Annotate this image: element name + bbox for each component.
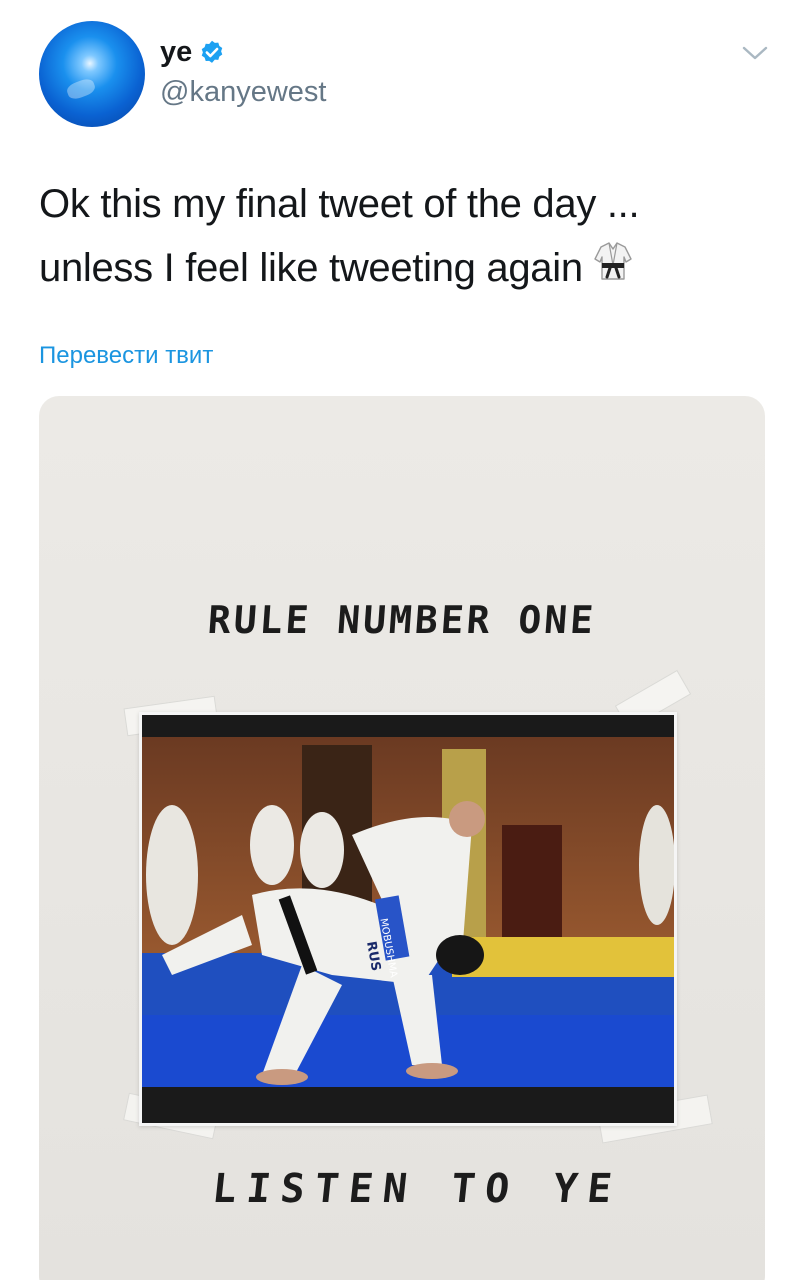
handwritten-listen-text: LISTEN TO YE [210,1166,624,1212]
verified-badge-icon [198,39,226,67]
judo-photo: MOBUSHMA RUS [139,712,677,1126]
user-name-row: ye [160,38,226,67]
avatar-highlight [65,76,97,102]
tweet-text-line-2: unless I feel like tweeting again [39,236,759,302]
translate-tweet-link[interactable]: Перевести твит [39,342,213,370]
handwritten-rule-text: RULE NUMBER ONE [206,598,598,642]
user-handle[interactable]: @kanyewest [160,76,326,109]
tweet-text-line-1: Ok this my final tweet of the day ... [39,182,640,226]
avatar[interactable] [39,21,145,127]
tweet-text-line-2-content: unless I feel like tweeting again [39,246,583,290]
tweet-media-image[interactable]: RULE NUMBER ONE MOBUSHMA RUS LISTEN TO Y… [39,396,765,1280]
martial-arts-uniform-icon [593,238,633,302]
display-name[interactable]: ye [160,38,192,67]
chevron-down-icon[interactable] [738,40,772,66]
tweet-text: Ok this my final tweet of the day ... un… [39,172,759,302]
tweet-page: ye @kanyewest Ok this my final tweet of … [0,0,803,1280]
